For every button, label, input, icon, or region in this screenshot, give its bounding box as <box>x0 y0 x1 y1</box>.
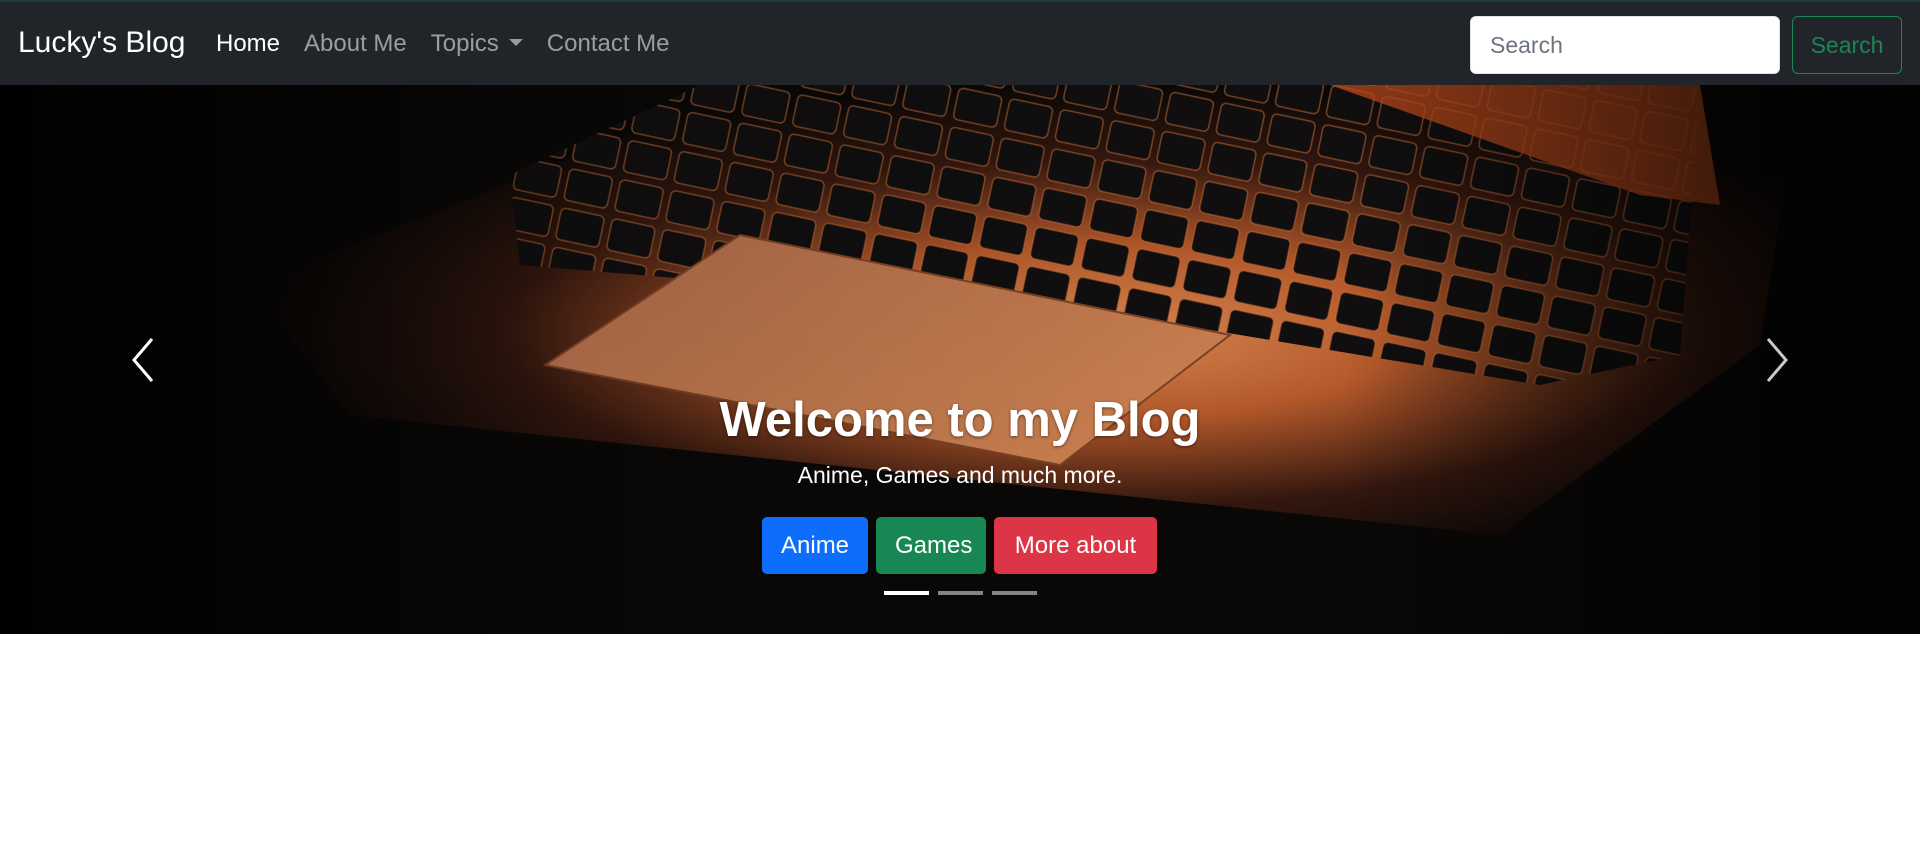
hero-carousel: Welcome to my Blog Anime, Games and much… <box>0 85 1920 634</box>
nav-contact-link[interactable]: Contact Me <box>547 30 670 58</box>
search-button[interactable]: Search <box>1792 16 1902 74</box>
carousel-subtitle: Anime, Games and much more. <box>797 462 1123 488</box>
nav-topics-dropdown[interactable]: Topics <box>431 30 523 58</box>
nav-links: Home About Me Topics Contact Me <box>216 30 694 58</box>
carousel-button-row: Anime Games More about <box>762 517 1165 574</box>
carousel-caption: Welcome to my Blog Anime, Games and much… <box>0 390 1920 490</box>
top-navbar: Lucky's Blog Home About Me Topics Contac… <box>0 0 1920 85</box>
search-input[interactable] <box>1470 16 1780 74</box>
carousel-prev-control[interactable] <box>124 335 164 385</box>
carousel-indicator-3[interactable] <box>992 591 1037 595</box>
nav-topics-label: Topics <box>430 30 499 57</box>
chevron-left-icon <box>132 338 154 382</box>
carousel-next-control[interactable] <box>1756 335 1796 385</box>
carousel-indicator-1[interactable] <box>884 591 929 595</box>
caret-down-icon <box>508 39 523 46</box>
more-about-button[interactable]: More about <box>994 517 1157 574</box>
carousel-indicator-2[interactable] <box>938 591 983 595</box>
anime-button[interactable]: Anime <box>762 517 868 574</box>
games-button[interactable]: Games <box>876 517 986 574</box>
nav-about-link[interactable]: About Me <box>304 30 407 58</box>
brand-logo-link[interactable]: Lucky's Blog <box>18 26 185 60</box>
carousel-title: Welcome to my Blog <box>719 393 1201 447</box>
chevron-right-icon <box>1766 338 1788 382</box>
nav-home-link[interactable]: Home <box>216 30 280 58</box>
carousel-indicators <box>884 591 1046 595</box>
